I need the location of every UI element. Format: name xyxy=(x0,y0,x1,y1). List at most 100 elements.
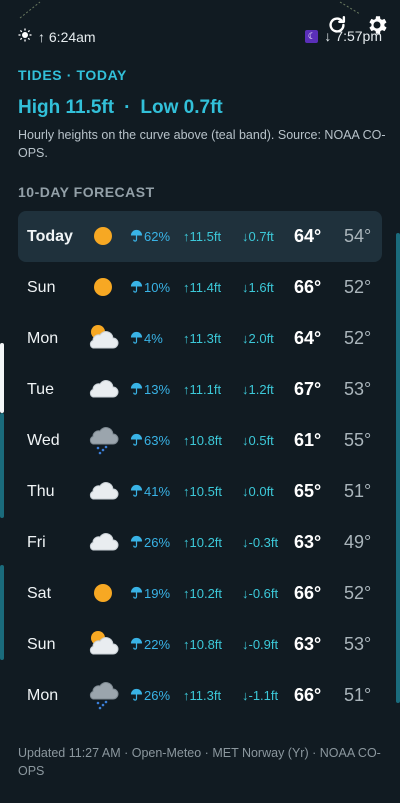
high-tide: ↑11.3ft xyxy=(183,331,222,346)
sun-icon xyxy=(86,271,120,303)
umbrella-icon xyxy=(130,331,144,346)
tides-section-title: TIDES · TODAY xyxy=(18,67,127,83)
edge-band-right xyxy=(396,233,400,703)
umbrella-icon xyxy=(130,637,144,652)
forecast-day: Fri xyxy=(27,533,46,551)
high-tide: ↑11.5ft xyxy=(183,229,222,244)
forecast-day: Wed xyxy=(27,431,60,449)
partly-cloudy-icon xyxy=(86,628,120,660)
forecast-day: Sat xyxy=(27,584,52,602)
low-tide: ↓-1.1ft xyxy=(242,688,279,703)
high-tide: ↑10.5ft xyxy=(183,484,223,499)
tide-low: Low 0.7ft xyxy=(140,97,223,118)
sunrise-label: ↑ 6:24am xyxy=(38,28,96,45)
low-temp: 53° xyxy=(344,379,372,399)
umbrella-icon xyxy=(130,280,144,295)
high-temp: 63° xyxy=(294,634,322,654)
precip-value: 62% xyxy=(144,229,171,244)
partly-cloudy-icon xyxy=(86,322,120,354)
low-temp: 55° xyxy=(344,430,372,450)
precip-value: 41% xyxy=(144,484,171,499)
high-temp: 66° xyxy=(294,583,322,603)
high-temp: 66° xyxy=(294,277,322,297)
forecast-day: Sun xyxy=(27,635,56,653)
forecast-row[interactable]: Tue 13% ↑11.1ft ↓1.2ft 67° 53° xyxy=(18,364,382,415)
umbrella-icon xyxy=(130,433,144,448)
precipitation-chance: 10% xyxy=(130,280,170,295)
forecast-row[interactable]: Fri 26% ↑10.2ft ↓-0.3ft 63° 49° xyxy=(18,517,382,568)
forecast-section-title: 10-DAY FORECAST xyxy=(18,184,155,200)
high-temp: 64° xyxy=(294,328,322,348)
precipitation-chance: 19% xyxy=(130,586,170,601)
low-temp: 52° xyxy=(344,583,372,603)
forecast-row[interactable]: Wed 63% ↑10.8ft ↓0.5ft 61° 55° xyxy=(18,415,382,466)
low-temp: 52° xyxy=(344,277,372,297)
precip-value: 4% xyxy=(144,331,163,346)
refresh-icon[interactable] xyxy=(324,12,350,38)
forecast-list: Today 62% ↑11.5ft ↓0.7ft 64° 54° Sun 10% ↑11.4ft… xyxy=(18,211,382,721)
precip-value: 13% xyxy=(144,382,171,397)
tide-separator: · xyxy=(124,97,131,118)
low-temp: 51° xyxy=(344,685,372,705)
forecast-day: Mon xyxy=(27,686,59,704)
forecast-row[interactable]: Today 62% ↑11.5ft ↓0.7ft 64° 54° xyxy=(18,211,382,262)
high-temp: 61° xyxy=(294,430,322,450)
tides-description: Hourly heights on the curve above (teal … xyxy=(18,128,386,160)
precipitation-chance: 26% xyxy=(130,535,170,550)
edge-band xyxy=(0,565,4,660)
low-temp: 52° xyxy=(344,328,372,348)
low-temp: 53° xyxy=(344,634,372,654)
forecast-row[interactable]: Mon 26% ↑11.3ft ↓-1.1ft 66° 51° xyxy=(18,670,382,721)
precipitation-chance: 4% xyxy=(130,331,163,346)
cloud-icon xyxy=(86,373,120,405)
umbrella-icon xyxy=(130,382,144,397)
forecast-day: Today xyxy=(27,227,73,245)
high-temp: 63° xyxy=(294,532,322,552)
rain-cloud-icon xyxy=(86,679,120,711)
tides-high-low: High 11.5ft · Low 0.7ft xyxy=(18,97,223,119)
umbrella-icon xyxy=(130,586,144,601)
forecast-row[interactable]: Mon 4% ↑11.3ft ↓2.0ft 64° 52° xyxy=(18,313,382,364)
high-tide: ↑11.1ft xyxy=(183,382,222,397)
umbrella-icon xyxy=(130,484,144,499)
precipitation-chance: 62% xyxy=(130,229,170,244)
forecast-row[interactable]: Sun 10% ↑11.4ft ↓1.6ft 66° 52° xyxy=(18,262,382,313)
high-temp: 65° xyxy=(294,481,322,501)
high-temp: 67° xyxy=(294,379,322,399)
high-tide: ↑11.3ft xyxy=(183,688,222,703)
low-tide: ↓0.0ft xyxy=(242,484,274,499)
forecast-row[interactable]: Sun 22% ↑10.8ft ↓-0.9ft 63° 53° xyxy=(18,619,382,670)
high-tide: ↑10.2ft xyxy=(183,586,223,601)
precip-value: 26% xyxy=(144,688,171,703)
updated-footer: Updated 11:27 AM · Open-Meteo · MET Norw… xyxy=(18,746,381,778)
precipitation-chance: 13% xyxy=(130,382,170,397)
precipitation-chance: 41% xyxy=(130,484,170,499)
precip-value: 63% xyxy=(144,433,171,448)
umbrella-icon xyxy=(130,229,144,244)
sun-icon xyxy=(86,220,120,252)
low-tide: ↓2.0ft xyxy=(242,331,274,346)
forecast-row[interactable]: Sat 19% ↑10.2ft ↓-0.6ft 66° 52° xyxy=(18,568,382,619)
moon-phase-icon: ☾ xyxy=(305,29,319,43)
top-actions xyxy=(324,12,390,38)
low-tide: ↓0.7ft xyxy=(242,229,274,244)
cloud-icon xyxy=(86,475,120,507)
precip-value: 22% xyxy=(144,637,171,652)
cloud-icon xyxy=(86,526,120,558)
sunrise-time: ↑ 6:24am xyxy=(18,28,96,45)
forecast-day: Sun xyxy=(27,278,56,296)
low-temp: 54° xyxy=(344,226,372,246)
forecast-day: Tue xyxy=(27,380,54,398)
rain-cloud-icon xyxy=(86,424,120,456)
high-tide: ↑10.8ft xyxy=(183,433,223,448)
precipitation-chance: 63% xyxy=(130,433,170,448)
sun-icon xyxy=(18,28,32,45)
low-tide: ↓0.5ft xyxy=(242,433,274,448)
gear-icon[interactable] xyxy=(364,12,390,38)
forecast-row[interactable]: Thu 41% ↑10.5ft ↓0.0ft 65° 51° xyxy=(18,466,382,517)
low-tide: ↓-0.6ft xyxy=(242,586,279,601)
umbrella-icon xyxy=(130,688,144,703)
high-temp: 66° xyxy=(294,685,322,705)
high-tide: ↑10.8ft xyxy=(183,637,223,652)
edge-band xyxy=(0,413,4,518)
